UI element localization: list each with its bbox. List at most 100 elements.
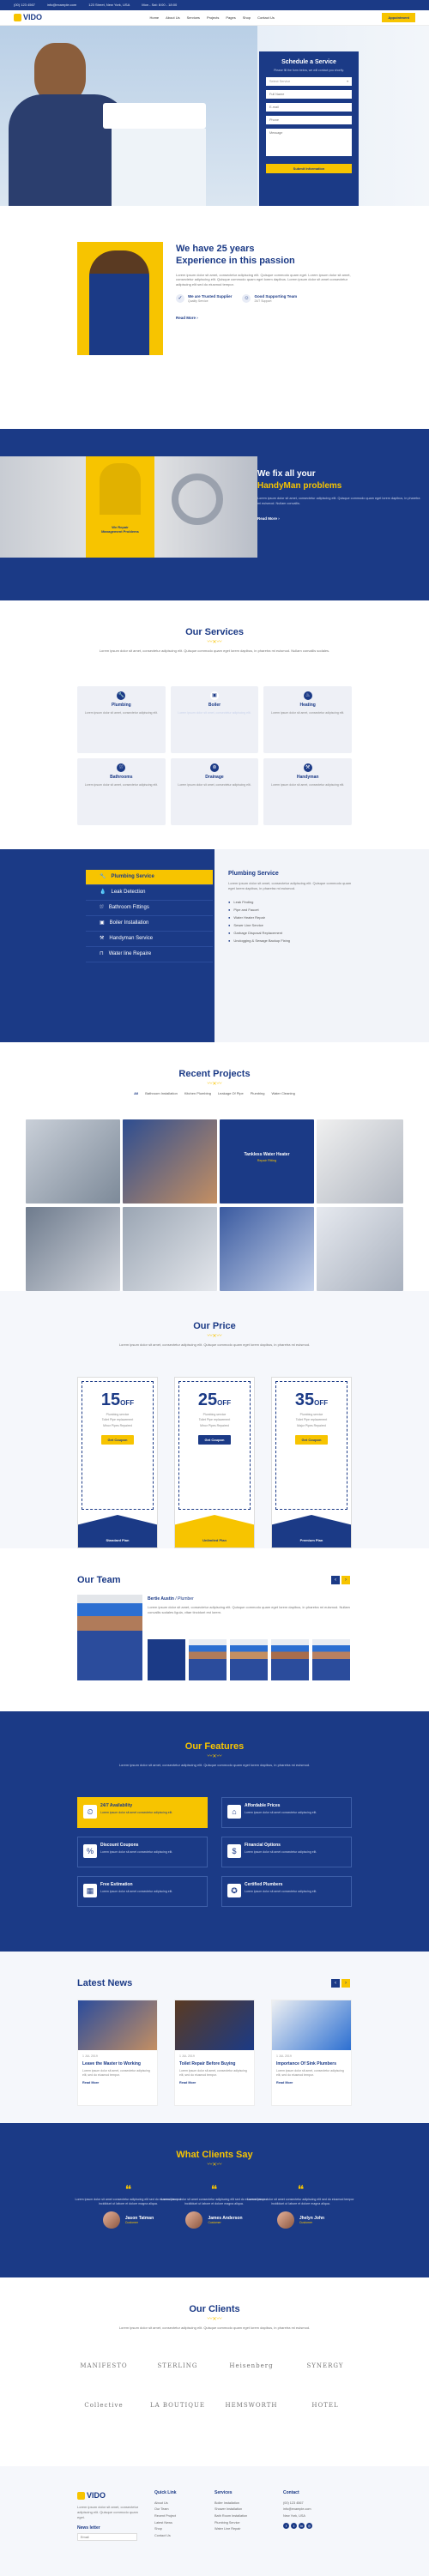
team-thumb-3[interactable] bbox=[230, 1639, 268, 1680]
filter-leakage[interactable]: Leakage Of Pipe bbox=[218, 1091, 244, 1095]
footer-link[interactable]: Recent Project bbox=[154, 2513, 177, 2520]
project-image-8[interactable] bbox=[317, 1207, 403, 1291]
filter-kitchen[interactable]: Kitchen Plumbing bbox=[184, 1091, 211, 1095]
logo[interactable]: VIDO bbox=[14, 12, 42, 22]
service-card-heating[interactable]: ♨ Heating Lorem ipsum dolor sit amet, cons… bbox=[263, 686, 352, 753]
appointment-button[interactable]: Appointment bbox=[382, 12, 415, 23]
project-image-4[interactable] bbox=[317, 1119, 403, 1204]
twitter-icon[interactable]: t bbox=[291, 2522, 297, 2529]
service-card-boiler[interactable]: ▣ Boiler Lorem ipsum dolor sit amet, conse… bbox=[170, 686, 259, 753]
about-read-more[interactable]: Read More › bbox=[176, 316, 356, 321]
instagram-icon[interactable]: ◎ bbox=[306, 2522, 312, 2529]
project-image-1[interactable] bbox=[26, 1119, 120, 1204]
filter-plumbing[interactable]: Plumbing bbox=[251, 1091, 265, 1095]
footer-link[interactable]: Water Line Repair bbox=[214, 2526, 247, 2533]
about-content: We have 25 years Experience in this pass… bbox=[176, 244, 356, 321]
nav-about[interactable]: About Us bbox=[166, 15, 179, 20]
footer-link[interactable]: Latest News bbox=[154, 2520, 177, 2527]
news-read-more[interactable]: Read More bbox=[276, 2081, 347, 2085]
client-logo-3[interactable]: Heisenberg bbox=[221, 2355, 281, 2379]
linkedin-icon[interactable]: in bbox=[299, 2522, 305, 2529]
tab-handyman-service[interactable]: ⚒ Handyman Service bbox=[86, 932, 213, 947]
services-title: Our Services bbox=[185, 627, 244, 637]
footer-link[interactable]: Our Team bbox=[154, 2507, 177, 2513]
chevron-left-icon[interactable]: ‹ bbox=[331, 1576, 340, 1584]
service-card-handyman[interactable]: ⚒ Handyman Lorem ipsum dolor sit amet, con… bbox=[263, 758, 352, 825]
chevron-left-icon[interactable]: ‹ bbox=[331, 1979, 340, 1988]
footer-link[interactable]: Shop bbox=[154, 2526, 177, 2533]
client-logo-1[interactable]: MANIFESTO bbox=[74, 2355, 134, 2379]
feature-availability[interactable]: ⏲ 24/7 Availability Lorem ipsum dolor sit … bbox=[77, 1797, 208, 1828]
feature-free-estimation[interactable]: ▦ Free Estimation Lorem ipsum dolor sit am… bbox=[77, 1876, 208, 1907]
service-tabs: 🔧 Plumbing Service 💧 Leak Detection ⛆ Bathr… bbox=[86, 870, 213, 962]
message-input[interactable] bbox=[266, 129, 352, 157]
feature-discount-coupons[interactable]: % Discount Coupons Lorem ipsum dolor sit a… bbox=[77, 1837, 208, 1867]
email-input[interactable] bbox=[266, 103, 352, 112]
client-logo-8[interactable]: HOTEL bbox=[295, 2394, 355, 2418]
project-image-3[interactable]: Tankless Water Heater Repair Fitting bbox=[220, 1119, 314, 1204]
feature-affordable-prices[interactable]: ⌂ Affordable Prices Lorem ipsum dolor sit … bbox=[221, 1797, 352, 1828]
client-logo-7[interactable]: HEMSWORTH bbox=[221, 2394, 281, 2418]
news-card-1[interactable]: 1 JUL 2019 Leave the Master to Working Lor… bbox=[77, 2000, 158, 2106]
service-card-drainage[interactable]: ⊚ Drainage Lorem ipsum dolor sit amet, con… bbox=[170, 758, 259, 825]
get-coupon-button[interactable]: Get Coupon bbox=[197, 1434, 232, 1445]
footer-link[interactable]: Boiler Installation bbox=[214, 2501, 247, 2507]
news-card-2[interactable]: 1 JUL 2019 Toilet Repair Before Buying Lor… bbox=[174, 2000, 255, 2106]
tab-plumbing-service[interactable]: 🔧 Plumbing Service bbox=[86, 870, 213, 885]
client-logo-2[interactable]: STERLING bbox=[148, 2355, 208, 2379]
nav-home[interactable]: Home bbox=[149, 15, 159, 20]
main-nav: Home About Us Services Projects Pages Sh… bbox=[149, 15, 274, 20]
news-read-more[interactable]: Read More bbox=[82, 2081, 153, 2085]
nav-projects[interactable]: Projects bbox=[207, 15, 219, 20]
facebook-icon[interactable]: f bbox=[283, 2522, 289, 2529]
get-coupon-button[interactable]: Get Coupon bbox=[100, 1434, 135, 1445]
filter-water-cleaning[interactable]: Water Cleaning bbox=[271, 1091, 294, 1095]
nav-shop[interactable]: Shop bbox=[243, 15, 251, 20]
client-logo-5[interactable]: Collective bbox=[74, 2394, 134, 2418]
nav-contact[interactable]: Contact Us bbox=[257, 15, 275, 20]
team-thumb-2[interactable] bbox=[189, 1639, 227, 1680]
feature-financial-options[interactable]: $ Financial Options Lorem ipsum dolor sit … bbox=[221, 1837, 352, 1867]
features-title: Our Features bbox=[184, 1741, 245, 1752]
project-image-6[interactable] bbox=[123, 1207, 217, 1291]
team-thumb-4[interactable] bbox=[271, 1639, 309, 1680]
tab-bathroom-fittings[interactable]: ⛆ Bathroom Fittings bbox=[86, 901, 213, 916]
team-thumb-5[interactable] bbox=[312, 1639, 350, 1680]
footer-link[interactable]: Contact Us bbox=[154, 2533, 177, 2540]
client-logo-4[interactable]: SYNERGY bbox=[295, 2355, 355, 2379]
feature-certified-plumbers[interactable]: ✪ Certified Plumbers Lorem ipsum dolor sit… bbox=[221, 1876, 352, 1907]
handyman-section: We Repair Management Problems We fix all … bbox=[0, 429, 429, 600]
submit-button[interactable]: Submit Information bbox=[266, 163, 352, 173]
footer-link[interactable]: Plumbing Service bbox=[214, 2520, 247, 2527]
chevron-right-icon[interactable]: › bbox=[341, 1576, 350, 1584]
filter-bathroom[interactable]: Bathroom Installation bbox=[145, 1091, 178, 1095]
chevron-right-icon[interactable]: › bbox=[341, 1979, 350, 1988]
team-thumb-1[interactable] bbox=[148, 1639, 185, 1680]
phone-input[interactable] bbox=[266, 116, 352, 125]
news-card-3[interactable]: 1 JUL 2019 Importance Of Sink Plumbers Lor… bbox=[271, 2000, 352, 2106]
get-coupon-button[interactable]: Get Coupon bbox=[294, 1434, 329, 1445]
project-image-7[interactable] bbox=[220, 1207, 314, 1291]
nav-services[interactable]: Services bbox=[187, 15, 200, 20]
member-role: Plumber bbox=[178, 1596, 194, 1602]
tab-leak-detection[interactable]: 💧 Leak Detection bbox=[86, 885, 213, 901]
service-card-plumbing[interactable]: 🔧 Plumbing Lorem ipsum dolor sit amet, con… bbox=[77, 686, 166, 753]
name-input[interactable] bbox=[266, 90, 352, 100]
footer-link[interactable]: About Us bbox=[154, 2501, 177, 2507]
handyman-read-more[interactable]: Read More › bbox=[257, 516, 420, 522]
footer-link[interactable]: Bath Room Installation bbox=[214, 2513, 247, 2520]
nav-pages[interactable]: Pages bbox=[226, 15, 235, 20]
filter-all[interactable]: All bbox=[134, 1091, 138, 1095]
newsletter-input[interactable] bbox=[77, 2533, 137, 2542]
project-image-5[interactable] bbox=[26, 1207, 120, 1291]
price-unit: OFF bbox=[314, 1399, 329, 1407]
tab-water-line-repaire[interactable]: ⊓ Water line Repaire bbox=[86, 947, 213, 962]
news-read-more[interactable]: Read More bbox=[179, 2081, 250, 2085]
client-logo-6[interactable]: LA BOUTIQUE bbox=[148, 2394, 208, 2418]
tab-boiler-installation[interactable]: ▣ Boiler Installation bbox=[86, 916, 213, 932]
service-select[interactable]: Select Service ▾ bbox=[266, 77, 352, 87]
bath-icon: ⛆ bbox=[100, 905, 104, 911]
service-card-bathrooms[interactable]: ⛆ Bathrooms Lorem ipsum dolor sit amet, co… bbox=[77, 758, 166, 825]
footer-link[interactable]: Shower Installation bbox=[214, 2507, 247, 2513]
project-image-2[interactable] bbox=[123, 1119, 217, 1204]
